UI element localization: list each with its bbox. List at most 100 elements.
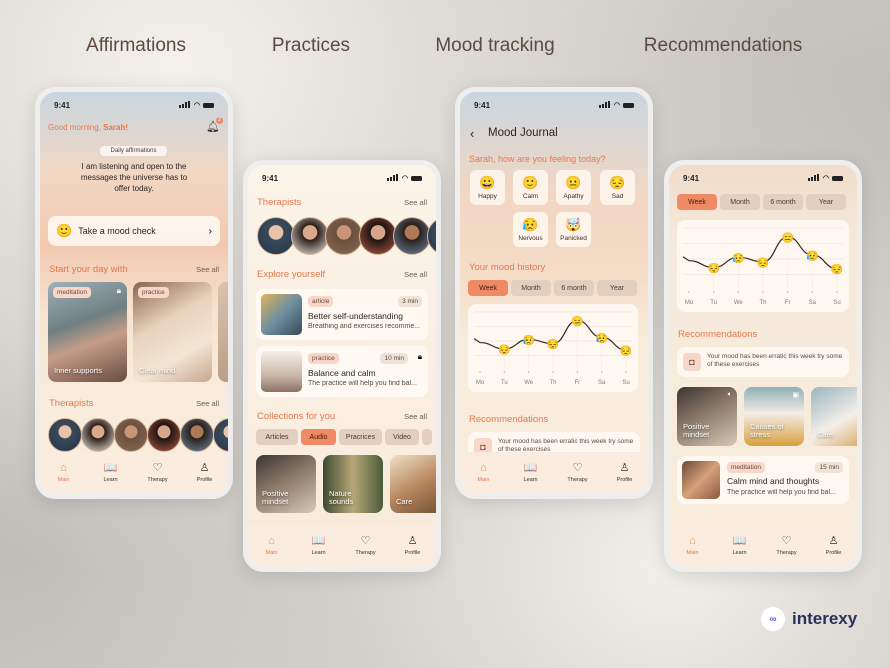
- chip-articles[interactable]: Articles: [256, 429, 298, 445]
- mood-point[interactable]: 😔: [547, 339, 559, 351]
- see-all-link[interactable]: See all: [196, 265, 219, 274]
- chip-pracrices[interactable]: Pracrices: [339, 429, 382, 445]
- home-icon: ⌂: [60, 462, 67, 474]
- tab-month[interactable]: Month: [720, 194, 760, 210]
- tab-week[interactable]: Week: [468, 280, 508, 296]
- therapist-avatar[interactable]: [114, 418, 148, 452]
- card-tag: practice: [138, 287, 169, 298]
- axis-tick: [688, 291, 690, 293]
- nav-item-therapy[interactable]: ♡ Therapy: [346, 536, 386, 557]
- explore-item[interactable]: practice 10 min 🔒︎ Balance and calm The prac…: [256, 346, 428, 397]
- see-all-link[interactable]: See all: [404, 198, 427, 207]
- therapist-avatar[interactable]: [325, 217, 363, 255]
- mood-option-apathy[interactable]: 😐 Apathy: [556, 170, 591, 205]
- tab-year[interactable]: Year: [806, 194, 846, 210]
- tab-year[interactable]: Year: [597, 280, 637, 296]
- nav-item-profile[interactable]: ♙ Profile: [605, 463, 645, 484]
- content-card-partial[interactable]: [218, 282, 228, 382]
- mood-point[interactable]: 😔: [620, 345, 632, 357]
- therapist-avatar[interactable]: [180, 418, 214, 452]
- x-tick-label: Mo: [476, 380, 485, 386]
- mood-label: Sad: [611, 193, 624, 200]
- section-title: Recommendations: [643, 35, 803, 56]
- lock-icon: 🔒︎: [417, 352, 422, 361]
- nav-item-therapy[interactable]: ♡ Therapy: [558, 463, 598, 484]
- recommendation-media-card[interactable]: Causes of stress ▣: [744, 387, 804, 446]
- tab-6-month[interactable]: 6 month: [554, 280, 594, 296]
- axis-tick: [836, 291, 838, 293]
- nav-item-learn[interactable]: 📖 Learn: [720, 536, 760, 557]
- mood-option-calm[interactable]: 🙂 Calm: [513, 170, 548, 205]
- nav-item-therapy[interactable]: ♡ Therapy: [138, 463, 178, 484]
- section-heading: Collections for you: [257, 411, 336, 422]
- nav-item-main[interactable]: ⌂ Main: [252, 536, 292, 557]
- therapist-avatar[interactable]: [393, 217, 431, 255]
- mood-option-happy[interactable]: 😀 Happy: [470, 170, 505, 205]
- nav-item-profile[interactable]: ♙ Profile: [814, 536, 854, 557]
- nav-item-profile[interactable]: ♙ Profile: [393, 536, 433, 557]
- therapist-avatar[interactable]: [291, 217, 329, 255]
- mood-point[interactable]: 😔: [498, 344, 510, 356]
- see-all-link[interactable]: See all: [196, 399, 219, 408]
- nav-item-learn[interactable]: 📖 Learn: [91, 463, 131, 484]
- mood-point[interactable]: 😔: [831, 264, 843, 276]
- mood-point[interactable]: 😔: [707, 262, 719, 274]
- recommendation-card[interactable]: ◘ Your mood has been erratic this week tr…: [677, 347, 849, 377]
- nav-item-learn[interactable]: 📖 Learn: [299, 536, 339, 557]
- tab-6-month[interactable]: 6 month: [763, 194, 803, 210]
- nav-item-therapy[interactable]: ♡ Therapy: [767, 536, 807, 557]
- therapist-avatar[interactable]: [257, 217, 295, 255]
- signal-bar: [607, 100, 610, 108]
- x-tick-label: Fr: [785, 300, 791, 306]
- content-card[interactable]: practice Clear mind: [133, 282, 212, 382]
- recommendation-media-card[interactable]: Care: [811, 387, 857, 446]
- status-time: 9:41: [474, 100, 491, 110]
- signal-bar: [187, 100, 190, 108]
- mood-point[interactable]: 😑: [781, 232, 793, 244]
- notification-button[interactable]: 🔔︎ 2: [206, 117, 223, 133]
- section-heading: Therapists: [49, 398, 94, 409]
- mood-point[interactable]: 😔: [757, 257, 769, 269]
- mood-point[interactable]: 😥: [732, 252, 744, 264]
- nav-item-main[interactable]: ⌂ Main: [673, 536, 713, 557]
- tab-month[interactable]: Month: [511, 280, 551, 296]
- collection-card[interactable]: Care: [390, 455, 436, 513]
- see-all-link[interactable]: See all: [404, 270, 427, 279]
- status-bar: 9:41 ◠: [54, 100, 214, 110]
- collection-card[interactable]: Nature sounds: [323, 455, 383, 513]
- therapist-avatar[interactable]: [213, 418, 228, 452]
- chip-video[interactable]: Video: [385, 429, 419, 445]
- see-all-link[interactable]: See all: [404, 412, 427, 421]
- x-tick-label: Th: [549, 380, 556, 386]
- mood-point[interactable]: 😑: [571, 315, 583, 327]
- nav-item-profile[interactable]: ♙ Profile: [185, 463, 225, 484]
- section-heading: Recommendations: [469, 414, 549, 425]
- nav-item-learn[interactable]: 📖 Learn: [511, 463, 551, 484]
- mood-point[interactable]: 😥: [522, 334, 534, 346]
- therapist-avatar[interactable]: [427, 217, 436, 255]
- mood-option-nervous[interactable]: 😥 Nervous: [513, 212, 548, 247]
- therapist-avatar[interactable]: [81, 418, 115, 452]
- signal-icon: [807, 173, 820, 183]
- tab-week[interactable]: Week: [677, 194, 717, 210]
- chip-partial[interactable]: [422, 429, 432, 445]
- therapist-avatar[interactable]: [359, 217, 397, 255]
- mood-point[interactable]: 😥: [595, 332, 607, 344]
- chip-audio[interactable]: Audio: [301, 429, 336, 445]
- practice-item[interactable]: meditation 15 min Calm mind and thoughts Th…: [677, 456, 849, 504]
- signal-bar: [386, 177, 389, 181]
- nav-item-main[interactable]: ⌂ Main: [464, 463, 504, 484]
- back-button[interactable]: ‹: [470, 126, 474, 141]
- mood-option-sad[interactable]: 😔 Sad: [600, 170, 635, 205]
- therapist-avatar[interactable]: [48, 418, 82, 452]
- content-card[interactable]: meditation 🔒︎ Inner supports: [48, 282, 127, 382]
- mood-check-button[interactable]: 🙂 Take a mood check ›: [48, 216, 220, 246]
- mood-point[interactable]: 😥: [806, 250, 818, 262]
- mood-option-panicked[interactable]: 🤯 Panicked: [556, 212, 591, 247]
- explore-item[interactable]: article 3 min Better self-understanding Bre…: [256, 289, 428, 340]
- therapist-avatar[interactable]: [147, 418, 181, 452]
- section-heading: Recommendations: [678, 329, 758, 340]
- recommendation-media-card[interactable]: Positive mindset 🔈︎: [677, 387, 737, 446]
- collection-card[interactable]: Positive mindset: [256, 455, 316, 513]
- nav-item-main[interactable]: ⌂ Main: [44, 462, 84, 484]
